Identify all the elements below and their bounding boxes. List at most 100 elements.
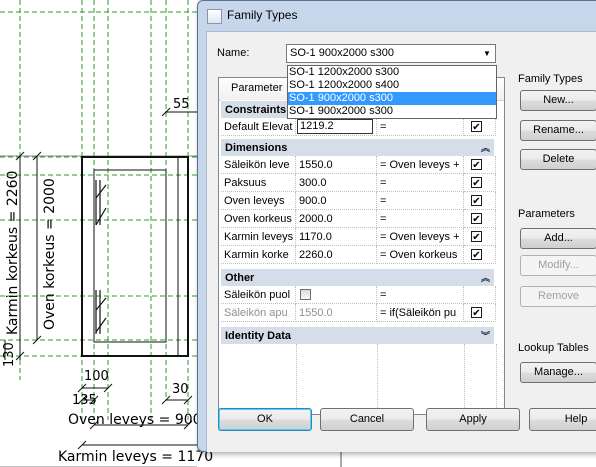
dropdown-option[interactable]: SO-1 1200x2000 s400	[288, 79, 496, 92]
group-label: Dimensions	[225, 142, 288, 154]
param-name: Säleikön leve	[221, 156, 296, 174]
dim-karmin-korkeus-label: Karmin korkeus = 2260	[5, 171, 21, 335]
param-formula[interactable]: = Oven leveys +	[377, 228, 464, 246]
add-parameter-button[interactable]: Add...	[520, 228, 596, 249]
param-formula[interactable]: =	[377, 192, 464, 210]
manage-lookup-button[interactable]: Manage...	[520, 362, 596, 383]
dropdown-option[interactable]: SO-1 1200x2000 s300	[288, 66, 496, 79]
group-identity-data[interactable]: Identity Data ︾	[221, 326, 494, 344]
row-saleikon-leveys[interactable]: Säleikön leve 1550.0 = Oven leveys + ✔	[221, 156, 496, 174]
param-value[interactable]: 1550.0	[296, 156, 377, 174]
group-label: Constraints	[225, 104, 287, 116]
name-combobox[interactable]: SO-1 900x2000 s300 ▼	[286, 44, 496, 63]
collapse-chevron-icon[interactable]: ︽	[481, 269, 490, 287]
dim-135-label: 135	[72, 393, 97, 408]
checkbox-checked[interactable]: ✔	[471, 177, 482, 189]
row-paksuus[interactable]: Paksuus 300.0 = ✔	[221, 174, 496, 192]
group-label: Other	[225, 272, 255, 284]
chevron-down-icon[interactable]: ▼	[479, 45, 495, 62]
row-oven-korkeus[interactable]: Oven korkeus 2000.0 = ✔	[221, 210, 496, 228]
lock-cell[interactable]: ✔	[464, 228, 496, 246]
param-name: Karmin korke	[221, 246, 296, 264]
rename-type-button[interactable]: Rename...	[520, 120, 596, 141]
dialog-client: Name: SO-1 900x2000 s300 ▼ SO-1 1200x200…	[206, 31, 596, 452]
param-formula[interactable]: = Oven korkeus	[377, 246, 464, 264]
family-types-dialog: Family Types Name: SO-1 900x2000 s300 ▼ …	[197, 0, 596, 452]
modify-parameter-button[interactable]: Modify...	[520, 255, 596, 276]
dim-karmin-leveys-label: Karmin leveys = 1170	[58, 449, 213, 465]
remove-parameter-button[interactable]: Remove	[520, 286, 596, 307]
param-value-input[interactable]: 1219.2	[297, 119, 373, 134]
lock-cell[interactable]: ✔	[464, 118, 496, 136]
parameters-label: Parameters	[518, 208, 575, 220]
param-formula[interactable]: =	[377, 174, 464, 192]
dropdown-option-selected[interactable]: SO-1 900x2000 s300	[288, 92, 496, 105]
dim-130-label: 130	[2, 342, 17, 367]
checkbox-checked[interactable]: ✔	[471, 195, 482, 207]
param-value[interactable]: 900.0	[296, 192, 377, 210]
cancel-button[interactable]: Cancel	[320, 408, 414, 431]
row-karmin-korkeus[interactable]: Karmin korke 2260.0 = Oven korkeus ✔	[221, 246, 496, 264]
param-name: Karmin leveys	[221, 228, 296, 246]
group-label: Identity Data	[225, 330, 292, 342]
param-formula[interactable]: = Oven leveys +	[377, 156, 464, 174]
lock-cell[interactable]: ✔	[464, 156, 496, 174]
new-type-button[interactable]: New...	[520, 90, 596, 111]
lock-cell[interactable]: ✔	[464, 304, 496, 322]
checkbox-checked[interactable]: ✔	[471, 307, 482, 319]
dialog-title: Family Types	[227, 8, 298, 22]
param-formula[interactable]: =	[377, 210, 464, 228]
checkbox-checked[interactable]: ✔	[471, 121, 482, 133]
param-name: Oven korkeus	[221, 210, 296, 228]
lock-cell[interactable]: ✔	[464, 192, 496, 210]
checkbox-unchecked[interactable]	[300, 289, 311, 300]
parameter-grid[interactable]: Parameter Constraints Default Elevat 121…	[218, 77, 505, 415]
row-saleikon-apu[interactable]: Säleikön apu 1550.0 = if(Säleikön pu ✔	[221, 304, 496, 322]
param-value-cell[interactable]: 1219.2	[296, 118, 377, 136]
param-value-cell[interactable]	[296, 286, 377, 304]
param-value[interactable]: 300.0	[296, 174, 377, 192]
param-value[interactable]: 2260.0	[296, 246, 377, 264]
param-value: 1550.0	[296, 304, 377, 322]
dim-30-label: 30	[172, 382, 189, 397]
grid-empty-area	[221, 344, 497, 414]
dropdown-option[interactable]: SO-1 900x2000 s300	[288, 105, 496, 118]
checkbox-checked[interactable]: ✔	[471, 159, 482, 171]
checkbox-checked[interactable]: ✔	[471, 231, 482, 243]
collapse-chevron-icon[interactable]: ︽	[481, 139, 490, 157]
header-parameter[interactable]: Parameter	[231, 82, 282, 94]
row-oven-leveys[interactable]: Oven leveys 900.0 = ✔	[221, 192, 496, 210]
param-name: Default Elevat	[221, 118, 296, 136]
name-label: Name:	[217, 47, 250, 59]
dim-oven-leveys-label: Oven leveys = 900	[68, 412, 202, 428]
param-name: Oven leveys	[221, 192, 296, 210]
group-dimensions[interactable]: Dimensions ︽	[221, 138, 494, 156]
name-dropdown-list[interactable]: SO-1 1200x2000 s300 SO-1 1200x2000 s400 …	[287, 65, 497, 119]
help-button[interactable]: Help	[529, 408, 596, 431]
lock-cell[interactable]: ✔	[464, 174, 496, 192]
lock-cell[interactable]: ✔	[464, 210, 496, 228]
lock-cell[interactable]: ✔	[464, 246, 496, 264]
checkbox-checked[interactable]: ✔	[471, 249, 482, 261]
expand-chevron-icon[interactable]: ︾	[481, 327, 490, 345]
row-default-elevation[interactable]: Default Elevat 1219.2 = ✔	[221, 118, 496, 136]
apply-button[interactable]: Apply	[426, 408, 520, 431]
param-formula[interactable]: =	[377, 118, 464, 136]
title-bar[interactable]: Family Types	[198, 1, 596, 31]
lock-cell[interactable]	[464, 286, 496, 304]
param-value[interactable]: 1170.0	[296, 228, 377, 246]
param-formula[interactable]: = if(Säleikön pu	[377, 304, 464, 322]
lookup-tables-label: Lookup Tables	[518, 342, 589, 354]
param-value[interactable]: 2000.0	[296, 210, 377, 228]
param-formula[interactable]: =	[377, 286, 464, 304]
row-saleikon-puoli[interactable]: Säleikön puol =	[221, 286, 496, 304]
name-value: SO-1 900x2000 s300	[290, 47, 394, 59]
group-other[interactable]: Other ︽	[221, 268, 494, 286]
row-karmin-leveys[interactable]: Karmin leveys 1170.0 = Oven leveys + ✔	[221, 228, 496, 246]
dim-55-label: 55	[173, 97, 190, 112]
delete-type-button[interactable]: Delete	[520, 149, 596, 170]
checkbox-checked[interactable]: ✔	[471, 213, 482, 225]
ok-button[interactable]: OK	[218, 408, 312, 431]
dim-100-label: 100	[84, 369, 109, 384]
param-name: Paksuus	[221, 174, 296, 192]
